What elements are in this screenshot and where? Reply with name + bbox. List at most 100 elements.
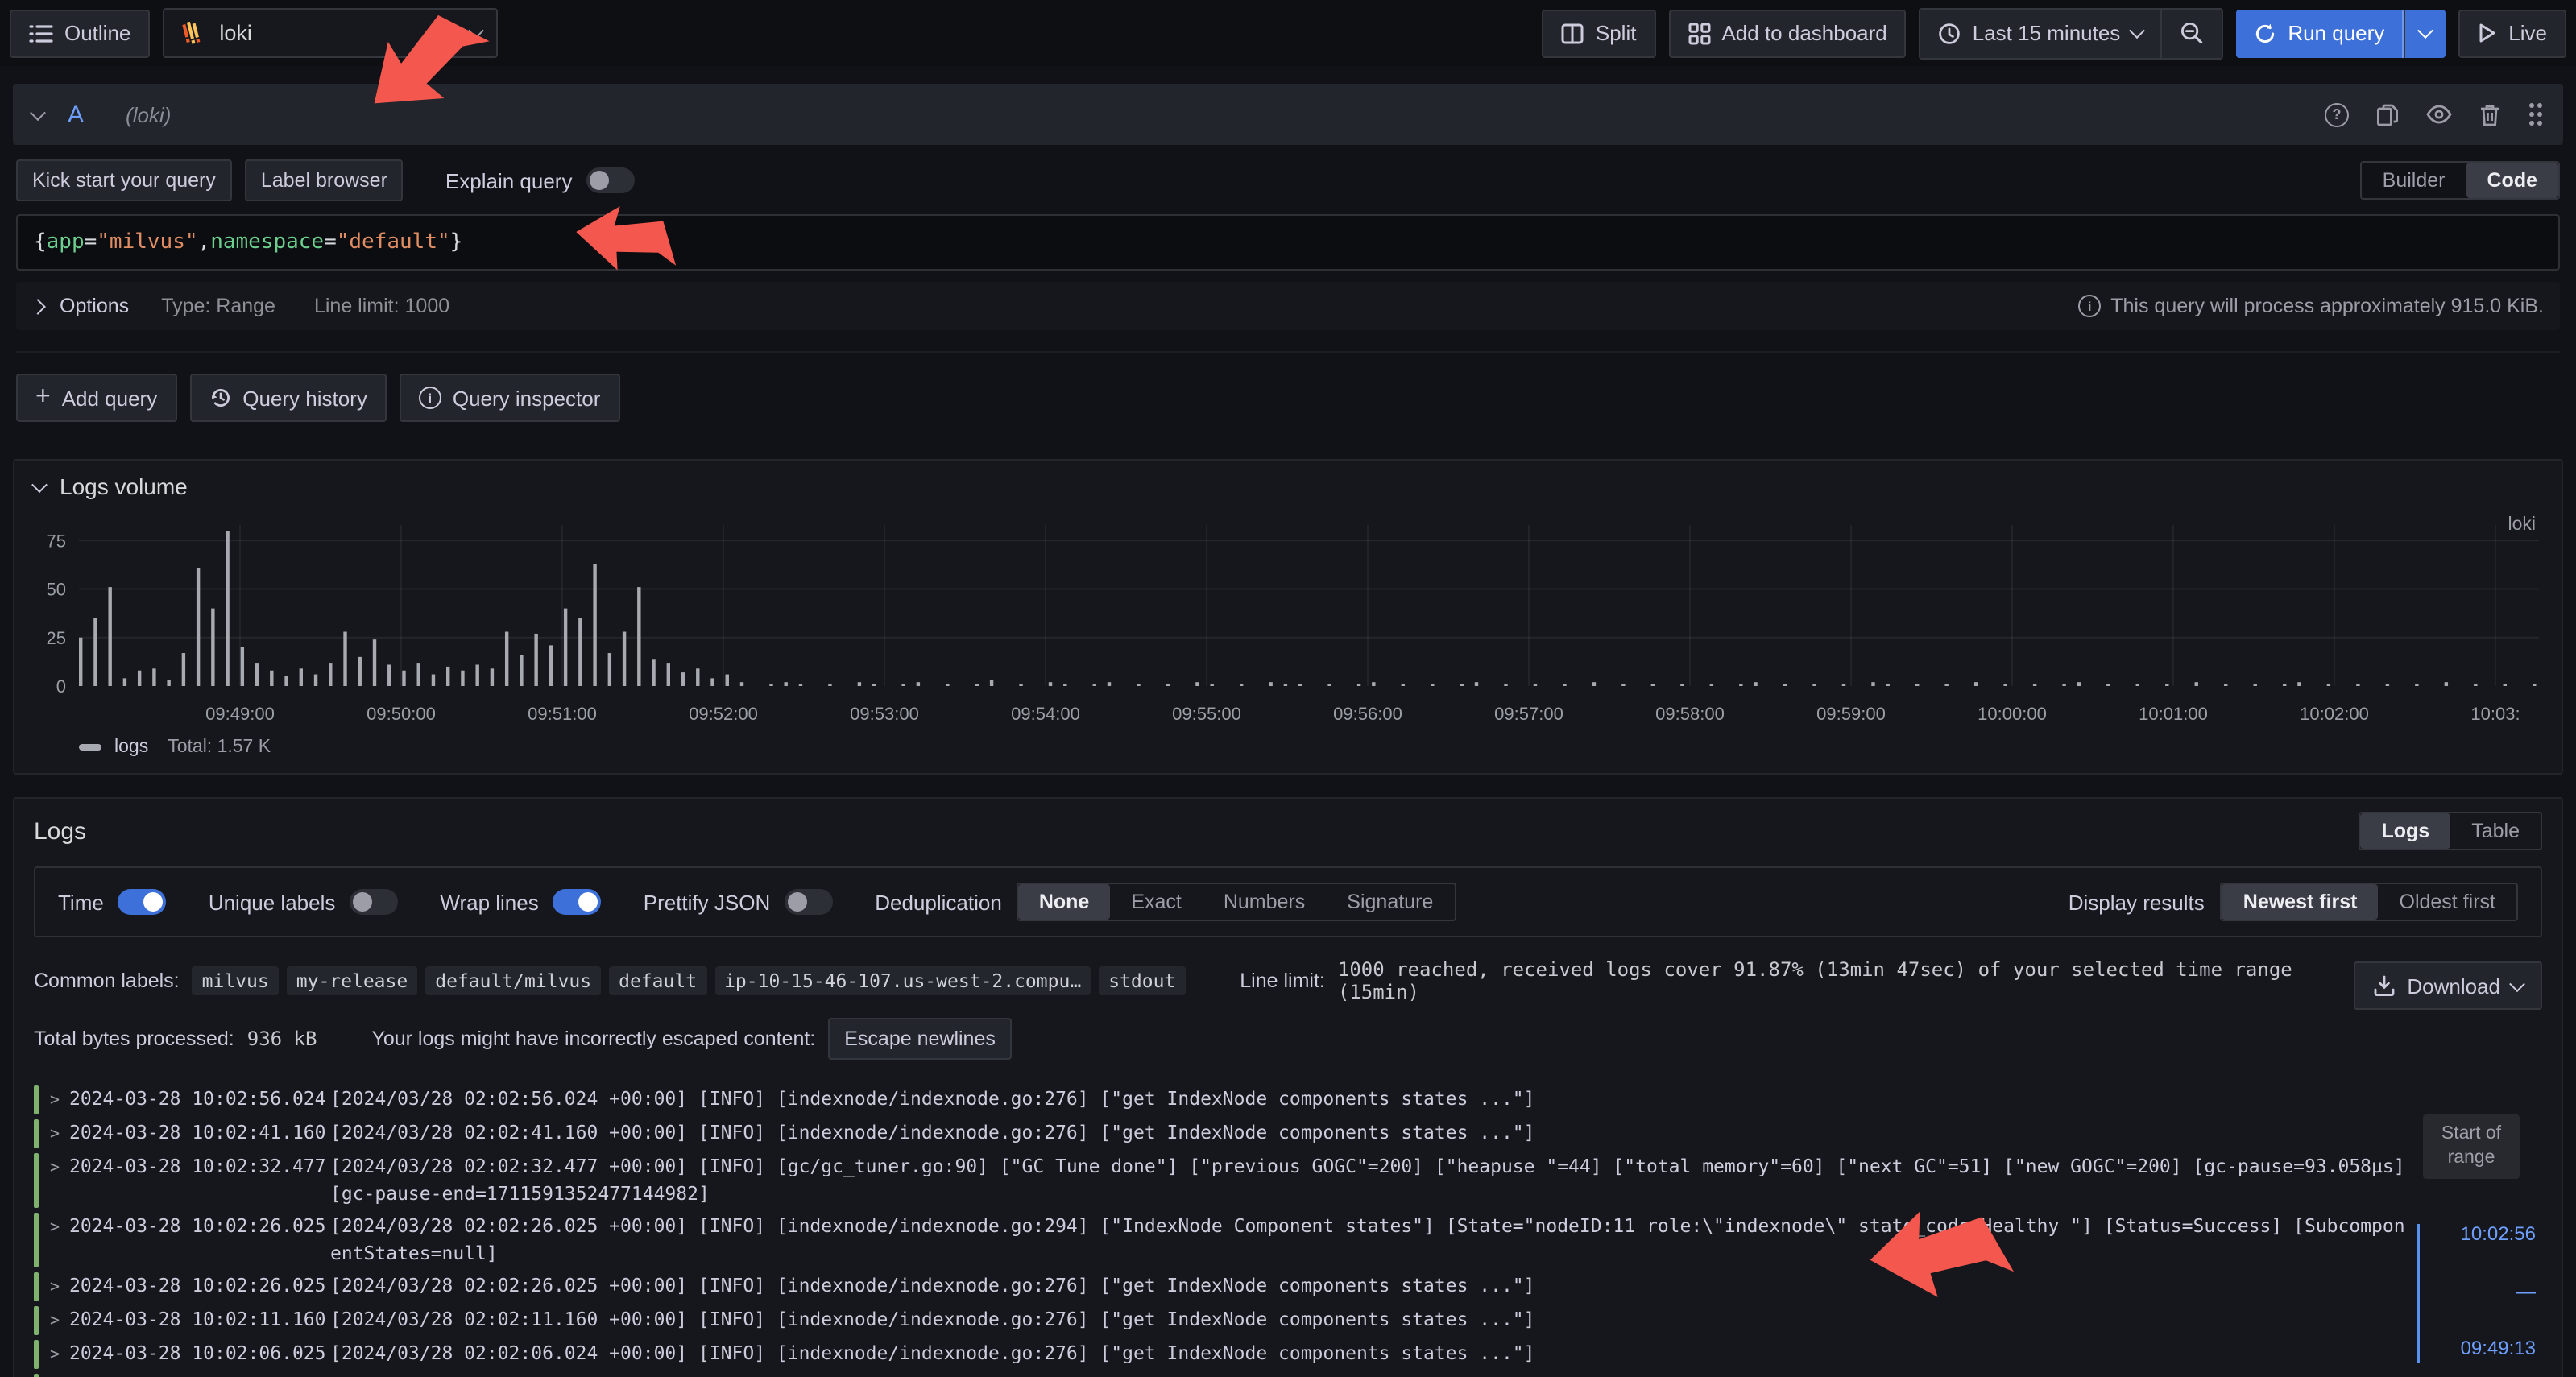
range-times: 10:02:56 — 09:49:13 bbox=[2436, 1221, 2536, 1363]
eye-icon[interactable] bbox=[2426, 105, 2452, 124]
expand-log-icon[interactable]: > bbox=[50, 1212, 69, 1267]
view-logs[interactable]: Logs bbox=[2361, 813, 2451, 849]
expand-log-icon[interactable]: > bbox=[50, 1339, 69, 1368]
log-row[interactable]: >2024-03-28 10:02:26.025[2024/03/28 02:0… bbox=[34, 1269, 2407, 1303]
dedup-numbers[interactable]: Numbers bbox=[1203, 884, 1326, 920]
wrap-lines-toggle[interactable] bbox=[553, 889, 602, 915]
log-row[interactable]: >2024-03-28 10:02:41.160[2024/03/28 02:0… bbox=[34, 1116, 2407, 1150]
query-token: "default" bbox=[337, 230, 450, 254]
split-button[interactable]: Split bbox=[1543, 9, 1656, 57]
time-range-label: Last 15 minutes bbox=[1973, 21, 2121, 45]
svg-text:09:51:00: 09:51:00 bbox=[528, 704, 597, 724]
query-type-label: Type: Range bbox=[161, 295, 275, 317]
query-inspector-button[interactable]: i Query inspector bbox=[400, 374, 620, 422]
expand-log-icon[interactable]: > bbox=[50, 1373, 69, 1377]
query-estimate-text: This query will process approximately 91… bbox=[2110, 295, 2544, 317]
log-row[interactable]: >2024-03-28 10:02:11.160[2024/03/28 02:0… bbox=[34, 1303, 2407, 1337]
expand-log-icon[interactable]: > bbox=[50, 1152, 69, 1207]
explain-query-toggle[interactable] bbox=[586, 167, 635, 193]
options-label[interactable]: Options bbox=[60, 295, 129, 317]
svg-text:10:00:00: 10:00:00 bbox=[1978, 704, 2047, 724]
total-bytes-value: 936 kB bbox=[247, 1028, 317, 1050]
log-row[interactable]: >2024-03-28 10:01:56.024[2024/03/28 02:0… bbox=[34, 1371, 2407, 1377]
wrap-lines-label: Wrap lines bbox=[440, 890, 538, 914]
logs-panel: Logs LogsTable TimeUnique labelsWrap lin… bbox=[13, 797, 2563, 1377]
query-history-button[interactable]: Query history bbox=[189, 374, 387, 422]
log-row[interactable]: >2024-03-28 10:02:06.025[2024/03/28 02:0… bbox=[34, 1337, 2407, 1371]
prettify-json-label: Prettify JSON bbox=[644, 890, 771, 914]
collapse-volume-icon[interactable] bbox=[31, 476, 48, 492]
log-row[interactable]: >2024-03-28 10:02:56.024[2024/03/28 02:0… bbox=[34, 1082, 2407, 1116]
live-label: Live bbox=[2508, 21, 2547, 45]
run-query-button[interactable]: Run query bbox=[2236, 9, 2404, 57]
help-icon[interactable]: ? bbox=[2325, 102, 2349, 126]
kick-start-button[interactable]: Kick start your query bbox=[16, 159, 232, 201]
mode-builder[interactable]: Builder bbox=[2362, 163, 2466, 198]
query-row-header: A (loki) ? bbox=[13, 84, 2563, 145]
logs-volume-panel: Logs volume loki 025507509:49:0009:50:00… bbox=[13, 459, 2563, 775]
common-label-chip: default/milvus bbox=[425, 966, 601, 995]
bar-chart[interactable]: 025507509:49:0009:50:0009:51:0009:52:000… bbox=[34, 519, 2542, 731]
grafana-explore-page: Outline loki Split Add to dashboard bbox=[0, 0, 2576, 1377]
range-indicator-line bbox=[2417, 1224, 2420, 1363]
log-timestamp: 2024-03-28 10:02:26.025 bbox=[69, 1212, 330, 1267]
live-button[interactable]: Live bbox=[2458, 9, 2566, 57]
chart-legend: logs Total: 1.57 K bbox=[79, 738, 2542, 757]
log-message: [2024/03/28 02:02:41.160 +00:00] [INFO] … bbox=[330, 1119, 2407, 1148]
log-toggles: TimeUnique labelsWrap linesPrettify JSON bbox=[58, 889, 833, 915]
range-from-time[interactable]: 10:02:56 bbox=[2436, 1221, 2536, 1248]
svg-text:25: 25 bbox=[47, 628, 66, 648]
time-toggle[interactable] bbox=[118, 889, 167, 915]
common-labels-chips: milvusmy-releasedefault/milvusdefaultip-… bbox=[193, 966, 1186, 995]
drag-handle-icon[interactable] bbox=[2528, 101, 2544, 127]
expand-log-icon[interactable]: > bbox=[50, 1305, 69, 1334]
display-oldest-first[interactable]: Oldest first bbox=[2379, 884, 2517, 920]
view-table[interactable]: Table bbox=[2450, 813, 2541, 849]
dedup-none[interactable]: None bbox=[1018, 884, 1111, 920]
log-row[interactable]: >2024-03-28 10:02:32.477[2024/03/28 02:0… bbox=[34, 1150, 2407, 1210]
range-to-time[interactable]: 09:49:13 bbox=[2436, 1335, 2536, 1363]
copy-icon[interactable] bbox=[2376, 102, 2399, 126]
query-editor: A (loki) ? Kick start your query bbox=[0, 66, 2576, 438]
add-to-dashboard-button[interactable]: Add to dashboard bbox=[1668, 9, 1906, 57]
escape-newlines-label: Escape newlines bbox=[844, 1028, 996, 1050]
range-separator: — bbox=[2436, 1278, 2536, 1305]
svg-text:09:55:00: 09:55:00 bbox=[1172, 704, 1241, 724]
loki-logo-icon bbox=[179, 19, 206, 47]
expand-log-icon[interactable]: > bbox=[50, 1119, 69, 1148]
add-query-button[interactable]: + Add query bbox=[16, 374, 176, 422]
prettify-json-toggle[interactable] bbox=[785, 889, 833, 915]
svg-text:09:50:00: 09:50:00 bbox=[367, 704, 436, 724]
zoom-out-button[interactable] bbox=[2160, 9, 2222, 57]
svg-text:09:58:00: 09:58:00 bbox=[1655, 704, 1725, 724]
expand-log-icon[interactable]: > bbox=[50, 1085, 69, 1114]
log-level-marker bbox=[34, 1272, 39, 1300]
unique-labels-toggle[interactable] bbox=[350, 889, 398, 915]
options-expand-icon[interactable] bbox=[30, 298, 46, 314]
escape-newlines-button[interactable]: Escape newlines bbox=[828, 1018, 1012, 1060]
run-query-dropdown[interactable] bbox=[2404, 9, 2446, 57]
mode-code[interactable]: Code bbox=[2466, 163, 2559, 198]
trash-icon[interactable] bbox=[2479, 102, 2500, 126]
outline-button[interactable]: Outline bbox=[10, 9, 150, 57]
escaped-content-label: Your logs might have incorrectly escaped… bbox=[371, 1028, 815, 1050]
log-row[interactable]: >2024-03-28 10:02:26.025[2024/03/28 02:0… bbox=[34, 1210, 2407, 1269]
common-label-chip: stdout bbox=[1099, 966, 1185, 995]
time-range-picker[interactable]: Last 15 minutes bbox=[1921, 9, 2161, 57]
collapse-query-icon[interactable] bbox=[30, 104, 46, 120]
log-level-marker bbox=[34, 1152, 39, 1207]
expand-log-icon[interactable]: > bbox=[50, 1272, 69, 1300]
log-message: [2024/03/28 02:02:32.477 +00:00] [INFO] … bbox=[330, 1152, 2407, 1207]
common-label-chip: default bbox=[609, 966, 706, 995]
dedup-exact[interactable]: Exact bbox=[1110, 884, 1203, 920]
datasource-picker[interactable]: loki bbox=[163, 8, 498, 58]
datasource-name: loki bbox=[219, 21, 252, 45]
download-button[interactable]: Download bbox=[2354, 961, 2542, 1010]
label-browser-button[interactable]: Label browser bbox=[245, 159, 404, 201]
display-newest-first[interactable]: Newest first bbox=[2222, 884, 2379, 920]
dedup-signature[interactable]: Signature bbox=[1326, 884, 1454, 920]
query-input[interactable]: {app="milvus",namespace="default"} bbox=[16, 214, 2560, 271]
legend-series-name[interactable]: logs bbox=[114, 738, 148, 757]
line-limit-label: Line limit: 1000 bbox=[314, 295, 449, 317]
svg-text:10:01:00: 10:01:00 bbox=[2139, 704, 2208, 724]
